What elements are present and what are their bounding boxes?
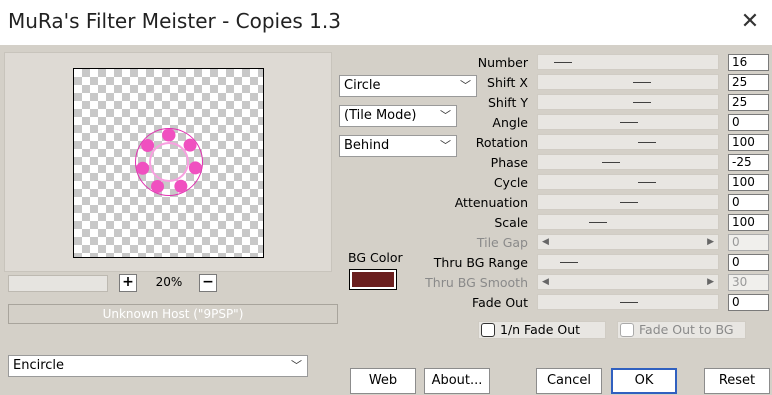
shift-x-label: Shift X: [487, 75, 528, 90]
attenuation-label: Attenuation: [454, 195, 528, 210]
cancel-button[interactable]: Cancel: [536, 368, 602, 394]
number-label: Number: [477, 55, 528, 70]
cycle-value-input[interactable]: 100: [728, 174, 769, 191]
tile-mode-dropdown-value: (Tile Mode): [344, 108, 417, 123]
slider-thumb[interactable]: [638, 142, 657, 143]
close-icon[interactable]: ✕: [736, 8, 764, 36]
title-bar: MuRa's Filter Meister - Copies 1.3 ✕: [0, 0, 772, 45]
thru-bg-range-value-input[interactable]: 0: [728, 254, 769, 271]
scale-label: Scale: [494, 215, 528, 230]
shift-x-value-input[interactable]: 25: [728, 74, 769, 91]
arrow-right-icon: ▶: [707, 277, 714, 287]
shift-y-label: Shift Y: [487, 95, 528, 110]
checkbox-box[interactable]: [620, 323, 634, 337]
attenuation-value-input[interactable]: 0: [728, 194, 769, 211]
arrow-left-icon: ◀: [542, 277, 549, 287]
preview-ring-image: [136, 129, 202, 195]
phase-slider[interactable]: [537, 154, 719, 170]
shape-dropdown-value: Circle: [344, 78, 381, 93]
thru-bg-range-label: Thru BG Range: [433, 255, 528, 270]
slider-thumb[interactable]: [620, 202, 638, 203]
placement-dropdown-value: Behind: [344, 138, 390, 153]
ok-button[interactable]: OK: [611, 368, 677, 394]
bg-color-swatch[interactable]: [349, 269, 397, 290]
fade-1n-checkbox[interactable]: 1/n Fade Out: [478, 321, 606, 339]
fade-out-value-input[interactable]: 0: [728, 294, 769, 311]
shift-y-value-input[interactable]: 25: [728, 94, 769, 111]
rotation-label: Rotation: [475, 135, 528, 150]
number-slider[interactable]: [537, 54, 719, 70]
number-value-input[interactable]: 16: [728, 54, 769, 71]
cycle-slider[interactable]: [537, 174, 719, 190]
phase-label: Phase: [490, 155, 528, 170]
slider-thumb[interactable]: [601, 162, 620, 163]
angle-value-input[interactable]: 0: [728, 114, 769, 131]
preset-dropdown-value: Encircle: [13, 358, 65, 373]
slider-thumb[interactable]: [589, 222, 608, 223]
shift-y-slider[interactable]: [537, 94, 719, 110]
web-button[interactable]: Web: [350, 368, 416, 394]
zoom-out-button[interactable]: −: [199, 274, 217, 292]
preset-dropdown[interactable]: Encircle ﹀: [8, 355, 308, 377]
slider-thumb[interactable]: [632, 82, 651, 83]
bg-color-label: BG Color: [348, 250, 403, 265]
angle-label: Angle: [492, 115, 528, 130]
rotation-slider[interactable]: [537, 134, 719, 150]
thru-bg-range-slider[interactable]: [537, 254, 719, 270]
reset-button[interactable]: Reset: [704, 368, 770, 394]
tile-gap-label: Tile Gap: [476, 235, 528, 250]
shift-x-slider[interactable]: [537, 74, 719, 90]
scale-value-input[interactable]: 100: [728, 214, 769, 231]
scale-slider[interactable]: [537, 214, 719, 230]
fade-to-bg-checkbox[interactable]: Fade Out to BG: [617, 321, 746, 339]
zoom-in-button[interactable]: +: [119, 274, 137, 292]
slider-thumb[interactable]: [632, 102, 651, 103]
slider-thumb[interactable]: [638, 182, 657, 183]
slider-thumb[interactable]: [554, 62, 573, 63]
tile-gap-value-input[interactable]: 0: [728, 234, 769, 251]
phase-value-input[interactable]: -25: [728, 154, 769, 171]
progress-bar: [8, 275, 108, 292]
fade-to-bg-label: Fade Out to BG: [639, 322, 734, 337]
chevron-down-icon: ﹀: [291, 359, 302, 372]
host-label: Unknown Host ("9PSP"): [8, 304, 338, 324]
angle-slider[interactable]: [537, 114, 719, 130]
fade-out-slider[interactable]: [537, 294, 719, 310]
rotation-value-input[interactable]: 100: [728, 134, 769, 151]
tile-gap-slider[interactable]: ◀ ▶: [537, 234, 719, 250]
slider-thumb[interactable]: [620, 122, 638, 123]
thru-bg-smooth-value-input[interactable]: 30: [728, 274, 769, 291]
arrow-right-icon: ▶: [707, 237, 714, 247]
cycle-label: Cycle: [493, 175, 528, 190]
slider-thumb[interactable]: [559, 262, 578, 263]
attenuation-slider[interactable]: [537, 194, 719, 210]
zoom-level: 20%: [155, 275, 183, 289]
arrow-left-icon: ◀: [542, 237, 549, 247]
thru-bg-smooth-label: Thru BG Smooth: [425, 275, 528, 290]
fade-1n-label: 1/n Fade Out: [500, 322, 581, 337]
checkbox-box[interactable]: [481, 323, 495, 337]
about-button[interactable]: About...: [424, 368, 490, 394]
thru-bg-smooth-slider[interactable]: ◀ ▶: [537, 274, 719, 290]
window-title: MuRa's Filter Meister - Copies 1.3: [8, 9, 341, 33]
fade-out-label: Fade Out: [472, 295, 528, 310]
slider-thumb[interactable]: [620, 302, 638, 303]
